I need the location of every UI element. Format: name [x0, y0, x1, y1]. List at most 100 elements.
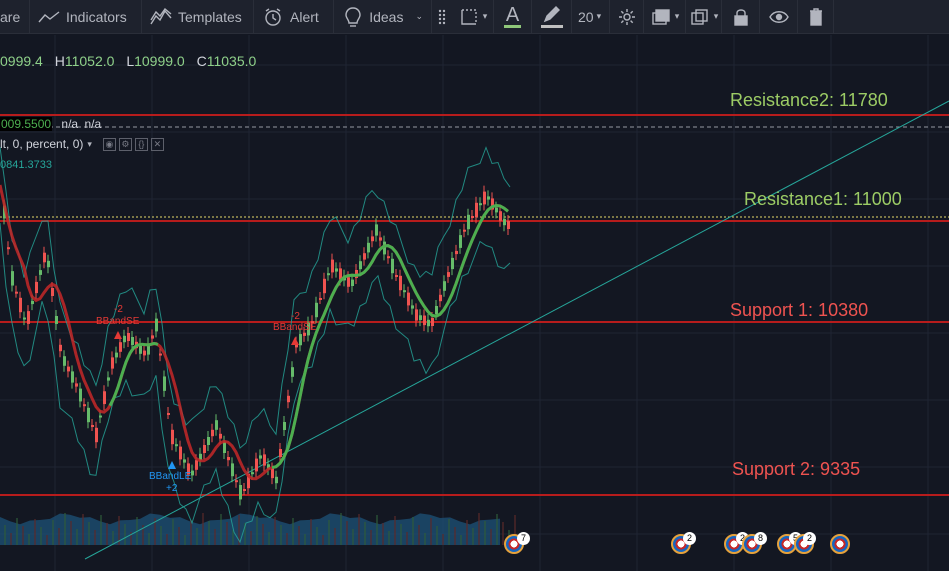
- volume-bar: [478, 513, 480, 545]
- volume-bar: [346, 521, 348, 545]
- indicator-legend-2[interactable]: lt, 0, percent, 0) ▾ ◉ ⚙ {} ✕: [0, 137, 164, 151]
- clone-button[interactable]: ▾: [686, 0, 722, 34]
- volume-bar: [358, 514, 360, 545]
- volume-bar: [418, 525, 420, 545]
- candle-body: [455, 250, 458, 255]
- volume-bar: [280, 525, 282, 545]
- candle-body: [327, 273, 330, 276]
- volume-bar: [76, 529, 78, 545]
- templates-button[interactable]: Templates: [142, 0, 254, 34]
- trash-icon: [805, 6, 827, 28]
- volume-bar: [82, 514, 84, 545]
- candle-body: [67, 366, 70, 372]
- volume-bar: [22, 526, 24, 545]
- candle-body: [475, 202, 478, 218]
- bband-sell-count-1: -2: [114, 304, 123, 315]
- candle-body: [319, 298, 322, 300]
- delete-button[interactable]: [798, 0, 834, 34]
- candle-body: [63, 356, 66, 366]
- compare-button[interactable]: are: [0, 0, 30, 34]
- candle-body: [167, 413, 170, 415]
- indicator-source-icon[interactable]: {}: [134, 137, 148, 151]
- candle-body: [435, 306, 438, 314]
- alert-button[interactable]: Alert: [254, 0, 334, 34]
- visibility-button[interactable]: [760, 0, 798, 34]
- candle-body: [459, 235, 462, 248]
- candle-body: [103, 391, 106, 405]
- support2-label: Support 2: 9335: [732, 459, 861, 479]
- candle-body: [95, 427, 98, 443]
- indicators-button[interactable]: Indicators: [30, 0, 142, 34]
- candle-body: [279, 449, 282, 457]
- indicator-eye-icon[interactable]: ◉: [102, 137, 116, 151]
- volume-bar: [388, 531, 390, 545]
- candle-body: [79, 388, 82, 402]
- ideas-button[interactable]: Ideas ⌄: [334, 0, 432, 34]
- candle-body: [483, 191, 486, 205]
- candle-body: [111, 357, 114, 369]
- bband-buy-count: +2: [166, 483, 178, 494]
- candle-body: [23, 317, 26, 320]
- pencil-icon: [540, 6, 563, 28]
- candle-body: [487, 196, 490, 200]
- volume-bar: [304, 534, 306, 545]
- text-color-icon: A: [503, 4, 522, 28]
- volume-bar: [430, 518, 432, 545]
- volume-bar: [214, 529, 216, 545]
- fill-button[interactable]: ▾: [644, 0, 686, 34]
- candle-body: [107, 377, 110, 381]
- candle-body: [235, 480, 238, 483]
- volume-bar: [28, 534, 30, 545]
- event-badge-4: 8: [754, 532, 767, 545]
- candle-body: [55, 316, 58, 324]
- selection-frame-icon: [458, 6, 480, 28]
- bband-buy-label: BBandLE: [149, 471, 192, 482]
- candle-body: [451, 257, 454, 270]
- price-chart[interactable]: 0999.4 H11052.0 L10999.0 C11035.0 009.55…: [0, 35, 949, 571]
- volume-bar: [178, 527, 180, 545]
- text-color-button[interactable]: A: [494, 0, 532, 34]
- line-color-button[interactable]: [532, 0, 572, 34]
- volume-bar: [70, 521, 72, 545]
- sell-arrow-marker: [114, 331, 122, 339]
- volume-bar: [292, 518, 294, 545]
- candle-body: [359, 261, 362, 270]
- us-event-flag-7[interactable]: [830, 534, 850, 554]
- candle-body: [183, 459, 186, 463]
- high-key: H: [54, 53, 65, 69]
- candle-body: [291, 367, 294, 377]
- close-value: 11035.0: [206, 53, 257, 69]
- settings-button[interactable]: [610, 0, 644, 34]
- candle-body: [427, 319, 430, 327]
- volume-bar: [250, 531, 252, 545]
- candle-body: [99, 415, 102, 418]
- indicator-settings-icon[interactable]: ⚙: [118, 137, 132, 151]
- selection-frame-button[interactable]: ▾: [452, 0, 494, 34]
- candle-body: [443, 281, 446, 291]
- candle-body: [351, 279, 354, 286]
- candle-body: [239, 485, 242, 500]
- indicator-2-params: lt, 0, percent, 0): [0, 137, 84, 151]
- trend-line: [84, 100, 949, 560]
- indicator-1-value: 009.5500: [0, 117, 53, 131]
- candle-body: [335, 268, 338, 272]
- volume-bar: [490, 529, 492, 545]
- indicator-close-icon[interactable]: ✕: [150, 137, 164, 151]
- candle-body: [43, 252, 46, 263]
- candle-body: [479, 203, 482, 206]
- drag-handle[interactable]: [432, 0, 452, 34]
- font-size-dropdown[interactable]: 20 ▾: [572, 0, 610, 34]
- candle-body: [259, 455, 262, 459]
- ideas-chevron-down-icon[interactable]: ⌄: [415, 11, 423, 22]
- volume-bar: [220, 514, 222, 545]
- candle-body: [315, 302, 318, 318]
- lock-button[interactable]: [722, 0, 760, 34]
- volume-bar: [172, 519, 174, 545]
- candle-body: [27, 311, 30, 324]
- indicator-2-chevron-down-icon[interactable]: ▾: [87, 139, 92, 150]
- volume-bar: [166, 534, 168, 545]
- candle-body: [375, 224, 378, 236]
- volume-bar: [100, 515, 102, 545]
- volume-bar: [148, 533, 150, 545]
- volume-bar: [256, 516, 258, 545]
